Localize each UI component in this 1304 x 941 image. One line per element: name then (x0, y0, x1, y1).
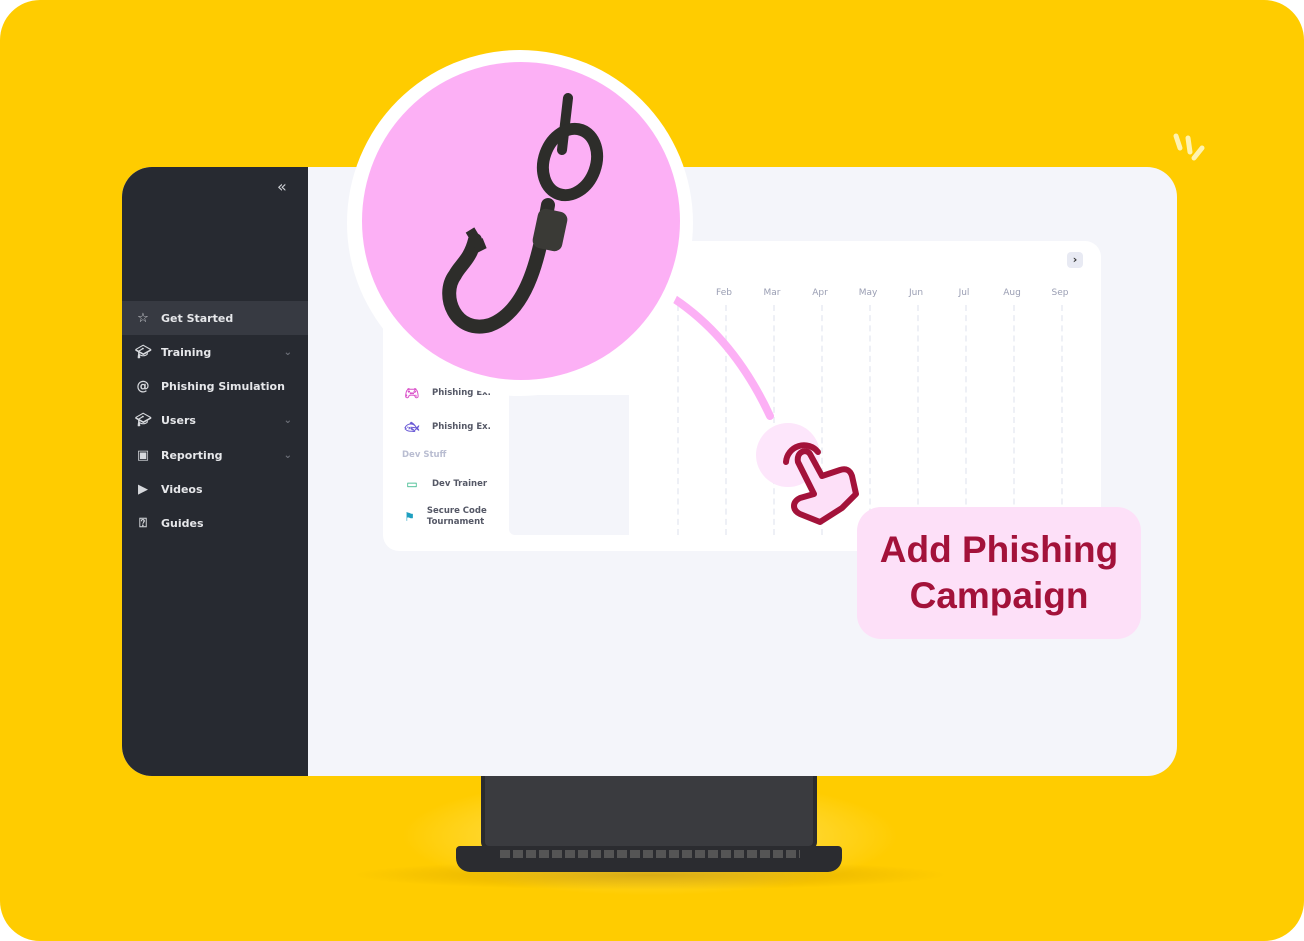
callout-line-2: Campaign (909, 575, 1089, 616)
background: « ☆ Get Started 🎓︎ Training ⌄ @ Phishing Sim… (0, 0, 1304, 941)
pointer-hand-icon (783, 442, 859, 525)
callout-line-1: Add Phishing (879, 529, 1119, 570)
add-phishing-campaign-callout[interactable]: Add Phishing Campaign (857, 507, 1141, 639)
fish-hook-icon (442, 93, 604, 334)
sparkle-icon (1173, 133, 1205, 161)
